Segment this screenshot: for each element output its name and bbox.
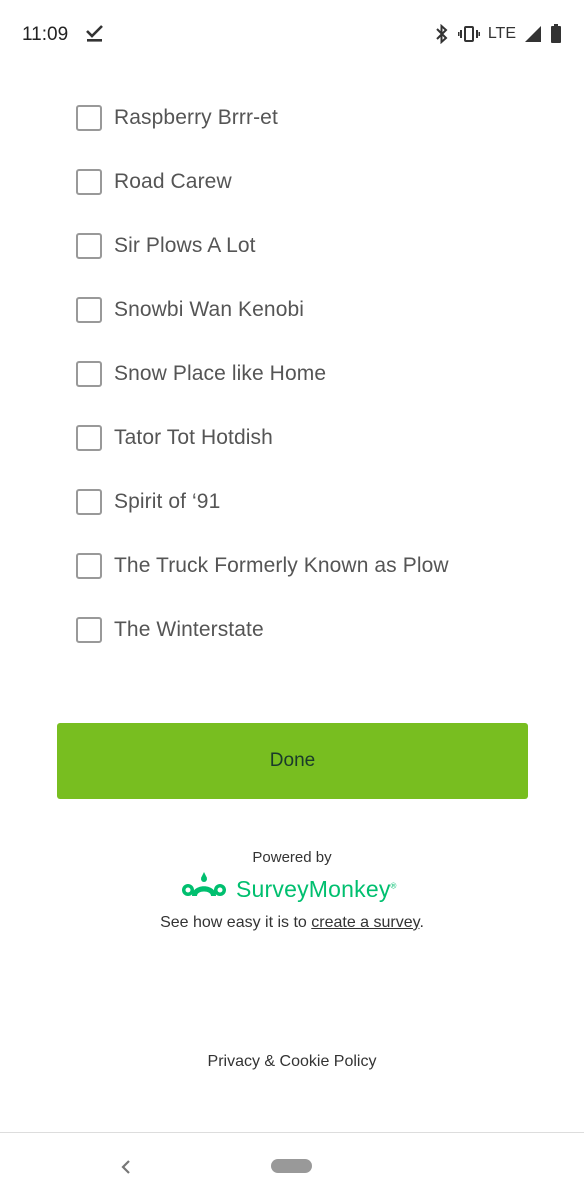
create-survey-link[interactable]: create a survey [311, 914, 419, 931]
checkbox[interactable] [76, 105, 102, 131]
tagline-prefix: See how easy it is to [160, 914, 312, 931]
checkbox[interactable] [76, 297, 102, 323]
option-label: Spirit of ‘91 [114, 490, 221, 513]
powered-by-text: Powered by [252, 849, 332, 866]
checkbox[interactable] [76, 617, 102, 643]
tagline-suffix: . [419, 914, 424, 931]
brand-name: SurveyMonkey® [236, 876, 397, 902]
done-button[interactable]: Done [57, 723, 528, 799]
option-item[interactable]: Tator Tot Hotdish [76, 406, 556, 470]
option-item[interactable]: The Winterstate [76, 598, 556, 662]
option-item[interactable]: The Truck Formerly Known as Plow [76, 534, 556, 598]
option-label: Snow Place like Home [114, 362, 327, 385]
checkbox[interactable] [76, 233, 102, 259]
surveymonkey-logo[interactable]: SurveyMonkey® [180, 870, 397, 909]
checkbox[interactable] [76, 361, 102, 387]
status-bar: 11:09 LTE [0, 0, 584, 70]
option-item[interactable]: Snowbi Wan Kenobi [76, 278, 556, 342]
options-list: Raspberry Brrr-et Road Carew Sir Plows A… [76, 86, 556, 662]
status-time: 11:09 [22, 24, 69, 45]
option-item[interactable]: Sir Plows A Lot [76, 214, 556, 278]
battery-icon [550, 24, 562, 44]
checkbox[interactable] [76, 425, 102, 451]
network-label: LTE [487, 25, 516, 42]
vibrate-icon [457, 24, 480, 44]
back-icon[interactable] [116, 1155, 136, 1179]
tagline: See how easy it is to create a survey. [0, 914, 584, 932]
download-done-icon [84, 22, 106, 44]
signal-icon [524, 25, 542, 43]
done-button-label: Done [269, 750, 316, 771]
monkey-icon [180, 870, 228, 909]
checkbox[interactable] [76, 169, 102, 195]
option-item[interactable]: Road Carew [76, 150, 556, 214]
option-item[interactable]: Raspberry Brrr-et [76, 86, 556, 150]
option-label: The Winterstate [114, 618, 264, 641]
navigation-bar [0, 1132, 584, 1201]
privacy-policy-link[interactable]: Privacy & Cookie Policy [0, 1053, 584, 1071]
checkbox[interactable] [76, 489, 102, 515]
option-label: Sir Plows A Lot [114, 234, 256, 257]
option-label: Snowbi Wan Kenobi [114, 298, 305, 321]
option-item[interactable]: Spirit of ‘91 [76, 470, 556, 534]
checkbox[interactable] [76, 553, 102, 579]
home-pill[interactable] [271, 1159, 312, 1173]
option-label: Road Carew [114, 170, 232, 193]
option-label: The Truck Formerly Known as Plow [114, 554, 449, 577]
option-item[interactable]: Snow Place like Home [76, 342, 556, 406]
option-label: Tator Tot Hotdish [114, 426, 273, 449]
option-label: Raspberry Brrr-et [114, 106, 278, 129]
bluetooth-icon [434, 24, 450, 44]
